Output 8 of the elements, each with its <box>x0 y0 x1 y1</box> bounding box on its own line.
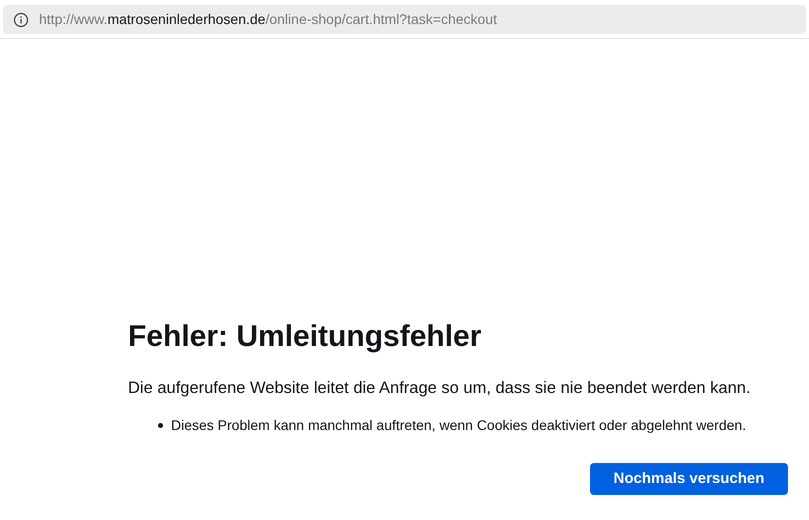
error-description: Die aufgerufene Website leitet die Anfrage so um, dass sie nie beendet werden kann. <box>128 378 751 399</box>
error-title: Fehler: Umleitungsfehler <box>128 319 482 355</box>
hint-text: Dieses Problem kann manchmal auftreten, wenn Cookies deaktiviert oder abgelehnt werden. <box>171 416 746 435</box>
retry-button[interactable]: Nochmals versuchen <box>590 462 788 495</box>
bullet-icon <box>158 422 163 428</box>
address-bar[interactable]: http://www.matroseninlederhosen.de/online-shop/cart.html?task=checkout <box>3 5 806 34</box>
info-icon[interactable] <box>13 12 29 28</box>
url-text: http://www.matroseninlederhosen.de/online-shop/cart.html?task=checkout <box>39 10 497 29</box>
